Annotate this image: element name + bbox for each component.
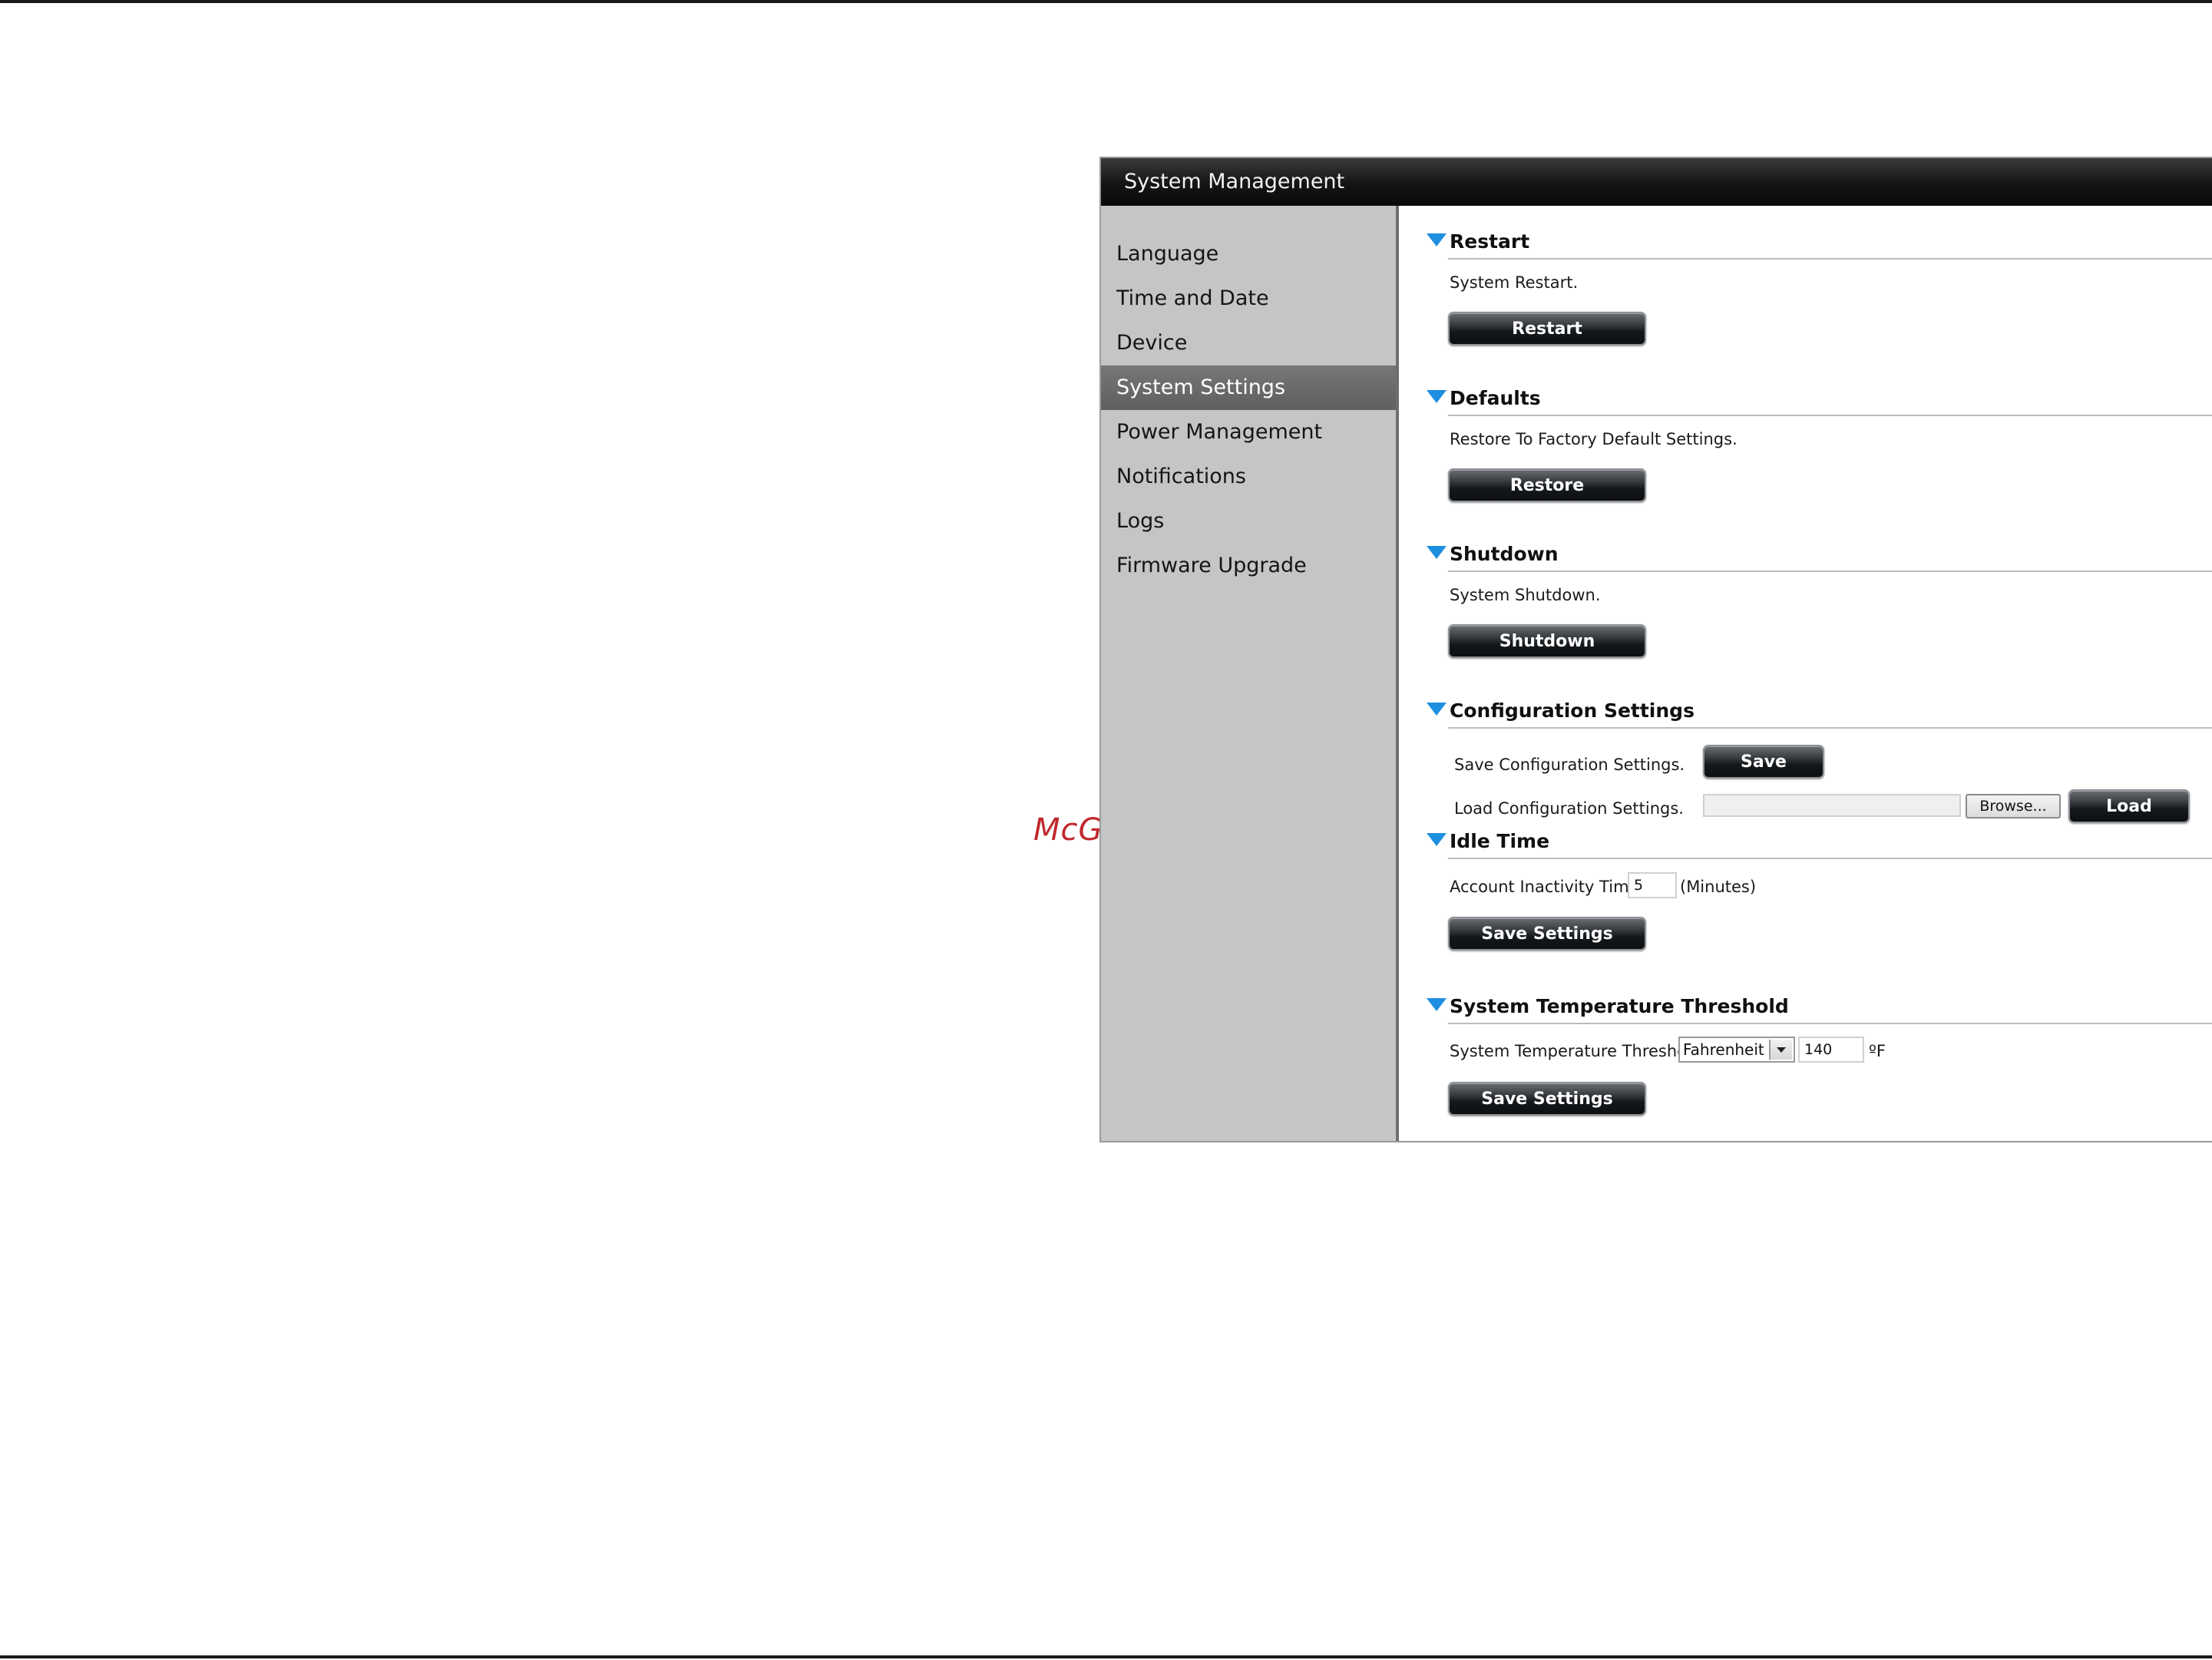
sidebar-item-notifications[interactable]: Notifications xyxy=(1101,455,1396,499)
section-divider xyxy=(1448,727,2212,729)
settings-content: Restart System Restart. Restart Defaults… xyxy=(1402,206,2212,1141)
sidebar-item-logs[interactable]: Logs xyxy=(1101,499,1396,544)
restart-title-text: Restart xyxy=(1450,230,1530,253)
idle-time-title-text: Idle Time xyxy=(1450,830,1550,852)
collapse-triangle-icon xyxy=(1427,546,1447,559)
sidebar-item-time-and-date[interactable]: Time and Date xyxy=(1101,276,1396,321)
restart-description: System Restart. xyxy=(1450,273,1579,292)
page-top-rule xyxy=(0,0,2212,3)
config-file-input[interactable] xyxy=(1703,794,1961,817)
inactivity-timer-unit: (Minutes) xyxy=(1680,878,1757,896)
restart-button[interactable]: Restart xyxy=(1448,312,1646,346)
configuration-title-text: Configuration Settings xyxy=(1450,699,1695,722)
collapse-triangle-icon xyxy=(1427,233,1447,246)
temperature-save-settings-button[interactable]: Save Settings xyxy=(1448,1082,1646,1116)
sidebar-item-firmware-upgrade[interactable]: Firmware Upgrade xyxy=(1101,544,1396,588)
page-bottom-rule xyxy=(0,1655,2212,1658)
chevron-down-icon xyxy=(1777,1047,1786,1053)
shutdown-description: System Shutdown. xyxy=(1450,586,1601,604)
shutdown-button[interactable]: Shutdown xyxy=(1448,624,1646,658)
temperature-unit-value: Fahrenheit xyxy=(1683,1040,1764,1059)
sidebar-item-device[interactable]: Device xyxy=(1101,321,1396,365)
collapse-triangle-icon xyxy=(1427,703,1447,716)
idle-save-settings-button[interactable]: Save Settings xyxy=(1448,917,1646,951)
sidebar-item-language[interactable]: Language xyxy=(1101,232,1396,276)
collapse-triangle-icon xyxy=(1427,390,1447,403)
system-management-panel: System Management Language Time and Date… xyxy=(1099,157,2212,1142)
section-divider xyxy=(1448,258,2212,260)
browse-button[interactable]: Browse... xyxy=(1966,794,2061,818)
save-config-button[interactable]: Save xyxy=(1703,745,1824,779)
save-config-label: Save Configuration Settings. xyxy=(1454,756,1685,774)
idle-time-section-title[interactable]: Idle Time xyxy=(1427,828,1549,855)
temperature-unit-symbol: ºF xyxy=(1869,1042,1886,1060)
temperature-unit-select[interactable]: Fahrenheit xyxy=(1678,1037,1795,1063)
load-config-label: Load Configuration Settings. xyxy=(1454,799,1684,818)
panel-title: System Management xyxy=(1101,158,2212,206)
section-divider xyxy=(1448,858,2212,859)
shutdown-section-title[interactable]: Shutdown xyxy=(1427,541,1559,567)
inactivity-timer-input[interactable]: 5 xyxy=(1628,872,1677,898)
sidebar-item-system-settings[interactable]: System Settings xyxy=(1101,365,1396,410)
sidebar-item-power-management[interactable]: Power Management xyxy=(1101,410,1396,455)
restart-section-title[interactable]: Restart xyxy=(1427,229,1529,255)
defaults-title-text: Defaults xyxy=(1450,387,1541,409)
sidebar: Language Time and Date Device System Set… xyxy=(1101,206,1399,1141)
inactivity-timer-label: Account Inactivity Timer xyxy=(1450,878,1646,896)
section-divider xyxy=(1448,1023,2212,1024)
defaults-description: Restore To Factory Default Settings. xyxy=(1450,430,1738,448)
temperature-section-title[interactable]: System Temperature Threshold xyxy=(1427,994,1789,1020)
shutdown-title-text: Shutdown xyxy=(1450,543,1559,565)
temperature-title-text: System Temperature Threshold xyxy=(1450,995,1789,1017)
collapse-triangle-icon xyxy=(1427,833,1447,846)
configuration-section-title[interactable]: Configuration Settings xyxy=(1427,698,1695,724)
restore-button[interactable]: Restore xyxy=(1448,468,1646,502)
section-divider xyxy=(1448,415,2212,416)
section-divider xyxy=(1448,570,2212,572)
collapse-triangle-icon xyxy=(1427,998,1447,1011)
temperature-value-input[interactable]: 140 xyxy=(1798,1037,1864,1063)
temperature-threshold-label: System Temperature Threshold xyxy=(1450,1042,1702,1060)
load-config-button[interactable]: Load xyxy=(2068,789,2190,823)
defaults-section-title[interactable]: Defaults xyxy=(1427,385,1541,412)
dropdown-button[interactable] xyxy=(1769,1040,1792,1060)
